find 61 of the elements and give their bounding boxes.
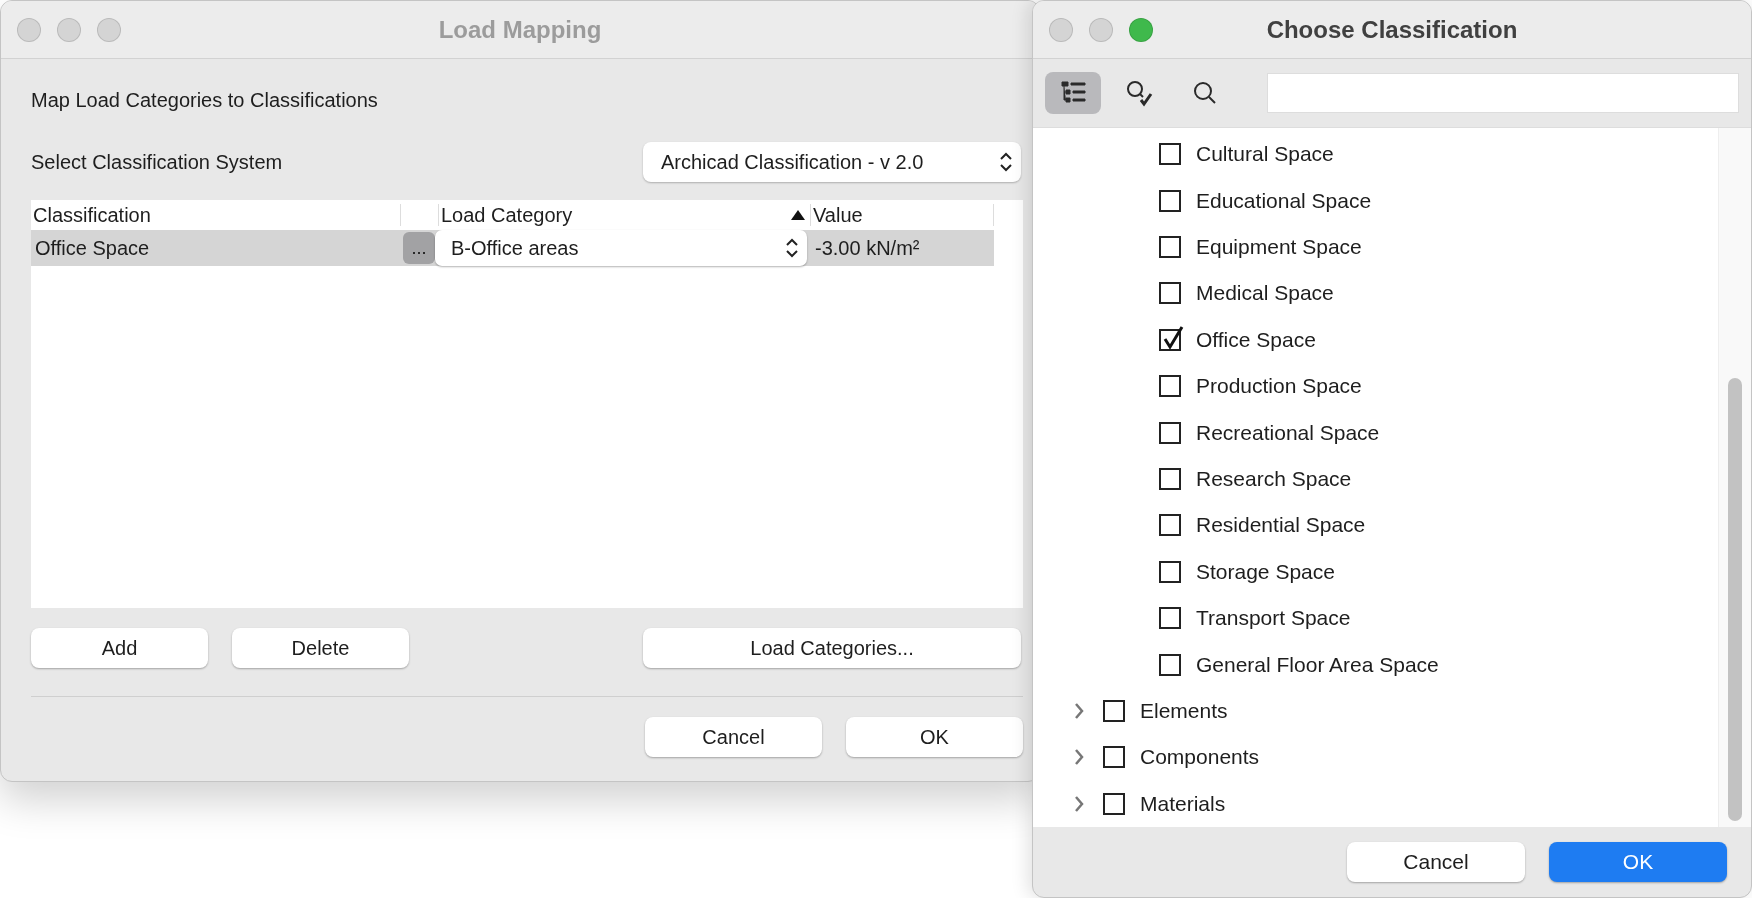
tree-view-button[interactable] <box>1045 72 1101 114</box>
table-row[interactable]: Office Space ... B-Office areas -3.00 kN/m² <box>31 230 994 266</box>
tree-item-label[interactable]: Equipment Space <box>1196 235 1362 259</box>
table-cell-text: Office Space <box>34 236 151 260</box>
column-header[interactable]: Classification <box>31 204 401 226</box>
tree-item-label[interactable]: Recreational Space <box>1196 420 1380 445</box>
up-down-arrows-icon <box>785 237 799 259</box>
checkbox[interactable] <box>1159 421 1181 444</box>
tree-item-label[interactable]: Educational Space <box>1196 188 1372 213</box>
tree-item-label[interactable]: Transport Space <box>1196 606 1351 631</box>
classification-system-select[interactable]: Archicad Classification - v 2.0 <box>643 142 1021 182</box>
ok-button[interactable]: OK <box>846 717 1023 757</box>
checkbox[interactable] <box>1159 328 1181 351</box>
ok-button[interactable]: OK <box>1549 842 1727 882</box>
checkbox[interactable] <box>1159 375 1181 398</box>
checkbox[interactable] <box>1159 560 1181 583</box>
column-header[interactable]: Value <box>811 204 994 226</box>
tree-item-label[interactable]: Medical Space <box>1196 281 1334 306</box>
tree-item-label[interactable]: Research Space <box>1196 467 1352 492</box>
checkbox[interactable] <box>1103 792 1125 815</box>
tree-item-label[interactable]: Production Space <box>1196 374 1362 399</box>
scrollbar-thumb[interactable] <box>1728 378 1742 821</box>
checkbox[interactable] <box>1159 468 1181 491</box>
tree-item-label[interactable]: Residential Space <box>1196 513 1366 538</box>
chevron-right-icon[interactable] <box>1073 794 1085 813</box>
tree-item-label[interactable]: Office Space <box>1196 327 1316 352</box>
window-title: Choose Classification <box>1265 15 1519 44</box>
window-control-button[interactable] <box>1129 17 1153 42</box>
delete-button[interactable]: Delete <box>232 628 409 668</box>
checkbox[interactable] <box>1159 514 1181 537</box>
chevron-right-icon[interactable] <box>1073 702 1085 721</box>
load-category-select[interactable]: B-Office areas <box>435 230 807 266</box>
chevron-right-icon[interactable] <box>1073 748 1085 767</box>
cancel-button[interactable]: Cancel <box>645 717 822 757</box>
tree-item-label[interactable]: Storage Space <box>1196 559 1335 584</box>
search-field[interactable] <box>1267 73 1739 113</box>
tree-item-label[interactable]: Elements <box>1140 699 1228 724</box>
up-down-arrows-icon <box>999 151 1013 173</box>
checkbox[interactable] <box>1159 282 1181 305</box>
cancel-button[interactable]: Cancel <box>1347 842 1525 882</box>
sort-ascending-icon <box>790 209 806 221</box>
checkbox[interactable] <box>1159 143 1181 166</box>
search-check-icon <box>1124 78 1154 108</box>
checkbox[interactable] <box>1159 236 1181 258</box>
checkbox[interactable] <box>1159 189 1181 212</box>
checkbox[interactable] <box>1159 607 1181 630</box>
column-header[interactable]: Load Category <box>439 204 811 226</box>
window-title: Load Mapping <box>437 15 603 44</box>
table-cell-text: -3.00 kN/m² <box>814 236 921 260</box>
tree-item-label[interactable]: Materials <box>1140 791 1226 816</box>
add-button[interactable]: Add <box>31 628 208 668</box>
field-label: Select Classification System <box>31 150 283 174</box>
tree-item-label[interactable]: Components <box>1140 745 1260 770</box>
section-heading: Map Load Categories to Classifications <box>31 89 379 112</box>
checkbox[interactable] <box>1159 653 1181 676</box>
tree-item-label[interactable]: General Floor Area Space <box>1196 652 1439 677</box>
tree-item-label[interactable]: Cultural Space <box>1196 142 1334 167</box>
load-categories-button[interactable]: Load Categories... <box>643 628 1021 668</box>
checkbox[interactable] <box>1103 700 1125 723</box>
checkbox[interactable] <box>1103 746 1125 769</box>
browse-button[interactable]: ... <box>403 232 435 264</box>
